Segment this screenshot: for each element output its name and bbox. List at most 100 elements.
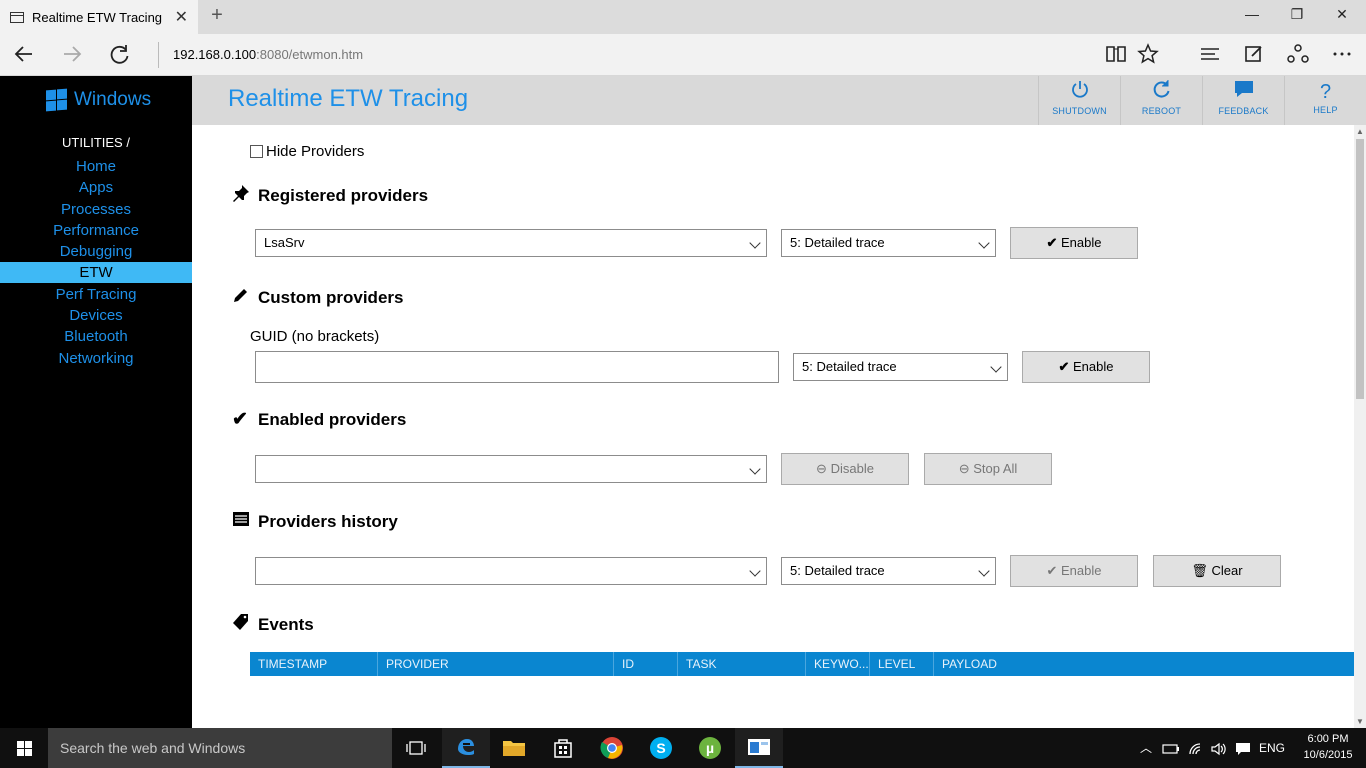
sidebar-item-bluetooth[interactable]: Bluetooth: [0, 326, 192, 347]
app-window-icon[interactable]: [735, 728, 783, 768]
registered-provider-select[interactable]: LsaSrv: [255, 229, 767, 257]
sidebar-item-apps[interactable]: Apps: [0, 177, 192, 198]
pencil-icon: [232, 286, 256, 309]
sidebar-item-devices[interactable]: Devices: [0, 305, 192, 326]
forward-icon[interactable]: [58, 42, 86, 72]
scroll-up-icon[interactable]: ▲: [1356, 127, 1364, 136]
skype-icon[interactable]: S: [637, 728, 685, 768]
scrollbar-thumb[interactable]: [1356, 139, 1364, 399]
file-explorer-icon[interactable]: [490, 728, 538, 768]
start-button[interactable]: [0, 728, 48, 768]
hub-icon[interactable]: [1196, 42, 1224, 72]
action-center-icon[interactable]: [1232, 728, 1254, 768]
clock-date: 10/6/2015: [1303, 749, 1353, 761]
reboot-icon: [1121, 79, 1202, 106]
registered-level-value: 5: Detailed trace: [790, 235, 885, 250]
address-bar[interactable]: 192.168.0.100:8080/etwmon.htm: [158, 42, 1058, 68]
help-button[interactable]: ? HELP: [1284, 76, 1366, 125]
column-header-task[interactable]: TASK: [678, 652, 806, 676]
chrome-icon[interactable]: [588, 728, 636, 768]
reading-view-icon[interactable]: [1102, 42, 1130, 72]
refresh-icon[interactable]: [106, 42, 134, 72]
restore-button[interactable]: ❐: [1277, 6, 1317, 23]
share-icon[interactable]: [1284, 42, 1312, 72]
sidebar-item-processes[interactable]: Processes: [0, 199, 192, 220]
feedback-button[interactable]: FEEDBACK: [1202, 76, 1284, 125]
windows-logo[interactable]: Windows: [46, 88, 151, 112]
page-scrollbar[interactable]: ▲ ▼: [1354, 125, 1366, 728]
guid-input[interactable]: [255, 351, 779, 383]
tab-title: Realtime ETW Tracing: [32, 9, 163, 25]
edge-browser-icon[interactable]: [442, 728, 490, 768]
volume-icon[interactable]: [1208, 728, 1230, 768]
checkmark-icon: ✔: [1058, 359, 1070, 374]
input-language[interactable]: ENG: [1256, 728, 1288, 768]
minimize-button[interactable]: —: [1232, 6, 1272, 22]
browser-nav-bar: 192.168.0.100:8080/etwmon.htm: [0, 34, 1366, 76]
disable-button[interactable]: ⊖ Disable: [781, 453, 909, 485]
history-level-value: 5: Detailed trace: [790, 563, 885, 578]
start-icon-part: [25, 741, 32, 748]
new-tab-button[interactable]: +: [206, 4, 228, 27]
wifi-icon[interactable]: [1186, 728, 1208, 768]
stop-all-button[interactable]: ⊖ Stop All: [924, 453, 1052, 485]
svg-text:µ: µ: [706, 740, 714, 756]
window-close-button[interactable]: ✕: [1322, 6, 1362, 23]
back-icon[interactable]: [10, 42, 38, 72]
events-table-header: TIMESTAMP PROVIDER ID TASK KEYWO... LEVE…: [250, 652, 1354, 676]
main-content: Hide Providers Registered providers LsaS…: [192, 125, 1354, 728]
utorrent-icon[interactable]: µ: [686, 728, 734, 768]
battery-icon[interactable]: [1160, 728, 1182, 768]
shutdown-label: SHUTDOWN: [1052, 106, 1107, 116]
sidebar-item-debugging[interactable]: Debugging: [0, 241, 192, 262]
enabled-providers-title: Enabled providers: [258, 409, 407, 429]
task-view-icon[interactable]: [392, 728, 440, 768]
history-level-select[interactable]: 5: Detailed trace: [781, 557, 996, 585]
web-note-icon[interactable]: [1240, 42, 1268, 72]
history-enable-button[interactable]: ✔ Enable: [1010, 555, 1138, 587]
reboot-button[interactable]: REBOOT: [1120, 76, 1202, 125]
column-header-provider[interactable]: PROVIDER: [378, 652, 614, 676]
favorite-star-icon[interactable]: [1134, 42, 1162, 72]
clear-button[interactable]: 🗑 Clear: [1153, 555, 1281, 587]
more-icon[interactable]: [1328, 42, 1356, 72]
column-header-id[interactable]: ID: [614, 652, 678, 676]
taskbar-clock[interactable]: 6:00 PM 10/6/2015: [1290, 731, 1366, 763]
registered-level-select[interactable]: 5: Detailed trace: [781, 229, 996, 257]
sidebar-item-home[interactable]: Home: [0, 156, 192, 177]
chevron-down-icon: [749, 463, 761, 475]
trash-icon: 🗑: [1191, 563, 1208, 578]
column-header-keywords[interactable]: KEYWO...: [806, 652, 870, 676]
registered-enable-button[interactable]: ✔ Enable: [1010, 227, 1138, 259]
history-provider-select[interactable]: [255, 557, 767, 585]
sidebar-item-perf-tracing[interactable]: Perf Tracing: [0, 284, 192, 305]
shutdown-button[interactable]: SHUTDOWN: [1038, 76, 1120, 125]
clear-label: Clear: [1211, 563, 1243, 578]
scroll-down-icon[interactable]: ▼: [1356, 717, 1364, 726]
registered-providers-heading: Registered providers: [232, 184, 428, 207]
hide-providers-label: Hide Providers: [266, 143, 365, 160]
column-header-timestamp[interactable]: TIMESTAMP: [250, 652, 378, 676]
help-icon: ?: [1319, 81, 1332, 103]
custom-enable-button[interactable]: ✔ Enable: [1022, 351, 1150, 383]
custom-providers-title: Custom providers: [258, 287, 404, 307]
enabled-provider-select[interactable]: [255, 455, 767, 483]
sidebar-item-performance[interactable]: Performance: [0, 220, 192, 241]
start-icon: [17, 741, 24, 748]
registered-provider-value: LsaSrv: [264, 235, 305, 250]
minus-circle-icon: ⊖: [816, 461, 827, 476]
column-header-level[interactable]: LEVEL: [870, 652, 934, 676]
sidebar-item-etw[interactable]: ETW: [0, 262, 192, 283]
column-header-payload[interactable]: PAYLOAD: [934, 652, 1354, 676]
show-hidden-icons-icon[interactable]: ︿: [1138, 728, 1154, 768]
minus-circle-icon: ⊖: [958, 461, 970, 476]
custom-providers-heading: Custom providers: [232, 286, 403, 309]
tab-close-icon[interactable]: ✕: [175, 7, 188, 27]
taskbar-search-box[interactable]: Search the web and Windows: [48, 728, 392, 768]
browser-tab[interactable]: Realtime ETW Tracing ✕: [0, 0, 198, 34]
sidebar-item-networking[interactable]: Networking: [0, 348, 192, 369]
chevron-down-icon: [749, 237, 761, 249]
hide-providers-checkbox[interactable]: [250, 145, 263, 158]
custom-level-select[interactable]: 5: Detailed trace: [793, 353, 1008, 381]
store-icon[interactable]: [539, 728, 587, 768]
